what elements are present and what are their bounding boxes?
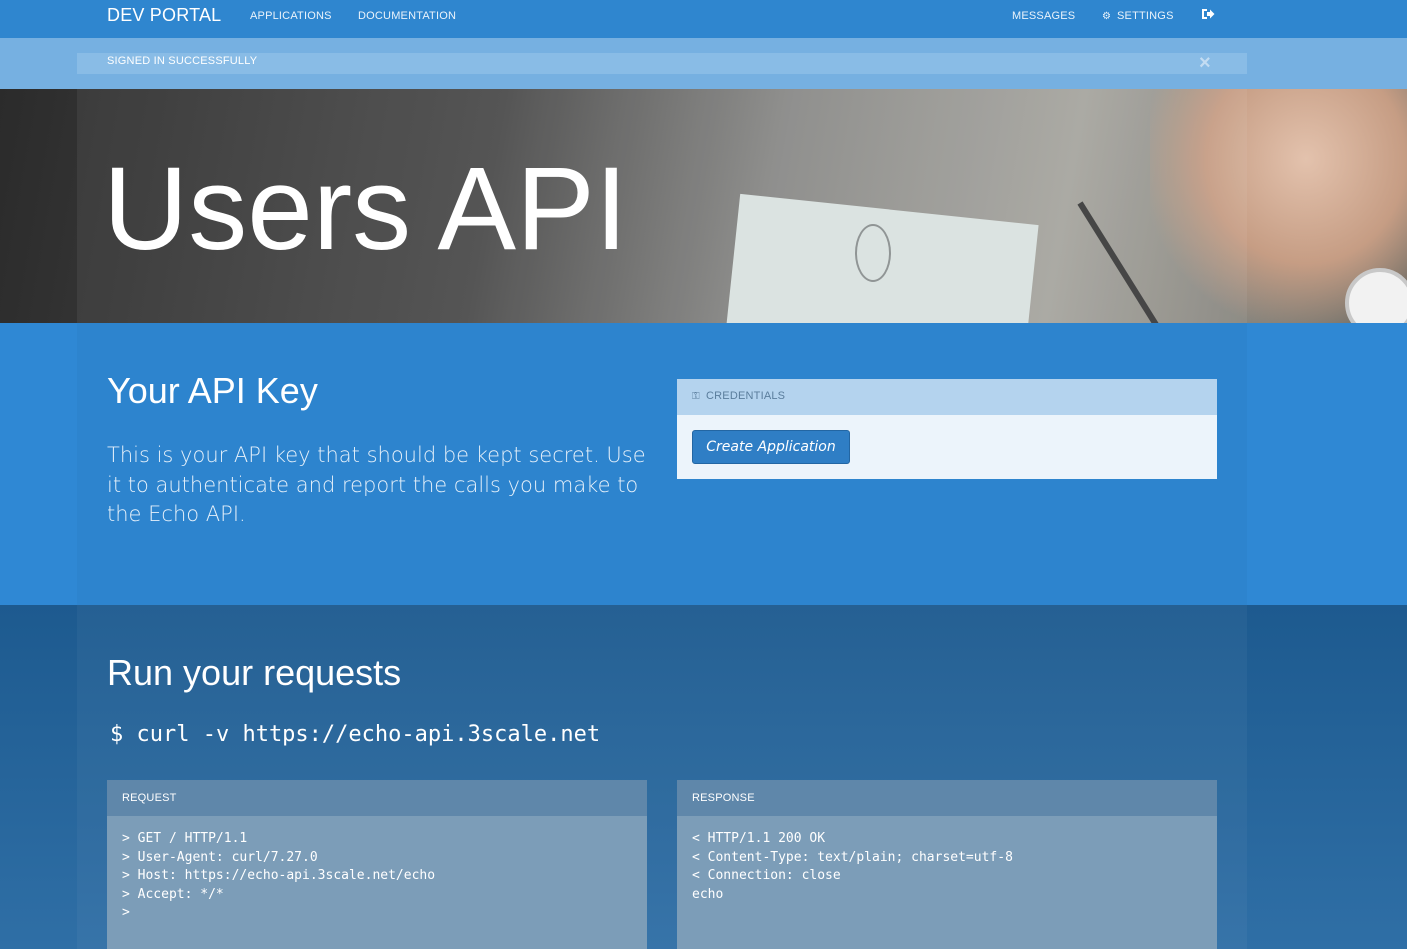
run-requests-heading: Run your requests	[107, 652, 402, 693]
curl-command: $ curl -v https://echo-api.3scale.net	[110, 722, 601, 747]
key-icon: ⚿	[692, 391, 700, 402]
response-panel-title: RESPONSE	[677, 780, 1217, 816]
credentials-panel-header: ⚿ CREDENTIALS	[677, 379, 1217, 415]
nav-settings-label: SETTINGS	[1117, 10, 1174, 22]
flash-message: SIGNED IN SUCCESSFULLY	[107, 55, 258, 67]
create-application-button[interactable]: Create Application	[692, 430, 850, 464]
response-panel: RESPONSE < HTTP/1.1 200 OK < Content-Typ…	[677, 780, 1217, 949]
gears-icon: ⚙	[1102, 11, 1112, 22]
response-code-block: < HTTP/1.1 200 OK < Content-Type: text/p…	[692, 831, 1013, 902]
api-key-heading: Your API Key	[107, 370, 318, 411]
sign-out-button[interactable]	[1201, 8, 1215, 23]
page-title: Users API	[103, 143, 628, 275]
close-icon[interactable]: ×	[1199, 52, 1211, 74]
nav-documentation-link[interactable]: DOCUMENTATION	[358, 10, 456, 22]
top-navbar: DEV PORTAL APPLICATIONS DOCUMENTATION ME…	[0, 0, 1407, 38]
credentials-panel-title: CREDENTIALS	[706, 390, 786, 402]
sign-out-icon	[1202, 9, 1215, 19]
api-key-description: This is your API key that should be kept…	[107, 443, 646, 526]
request-panel-title: REQUEST	[107, 780, 647, 816]
request-panel: REQUEST > GET / HTTP/1.1 > User-Agent: c…	[107, 780, 647, 949]
brand-logo-link[interactable]: DEV PORTAL	[107, 5, 221, 26]
credentials-panel: ⚿ CREDENTIALS Create Application	[677, 379, 1217, 479]
page: DEV PORTAL APPLICATIONS DOCUMENTATION ME…	[0, 0, 1407, 949]
nav-messages-link[interactable]: MESSAGES	[1012, 10, 1075, 22]
nav-settings-link[interactable]: ⚙ SETTINGS	[1102, 10, 1174, 22]
nav-applications-link[interactable]: APPLICATIONS	[250, 10, 332, 22]
request-code-block: > GET / HTTP/1.1 > User-Agent: curl/7.27…	[122, 831, 436, 920]
